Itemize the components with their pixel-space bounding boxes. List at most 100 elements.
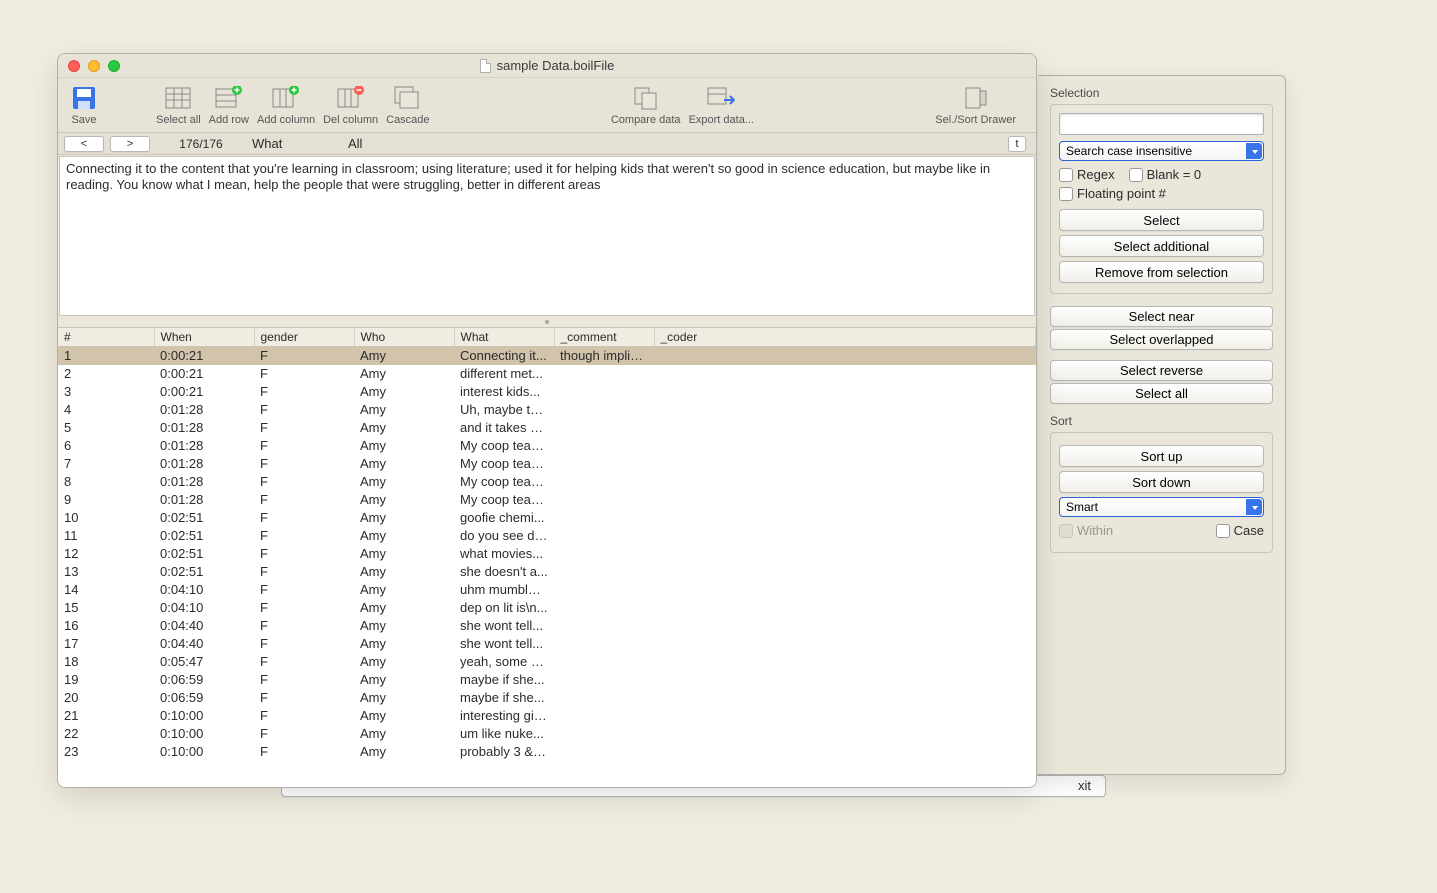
maximize-icon[interactable]: [108, 60, 120, 72]
cell[interactable]: [554, 617, 654, 635]
cell[interactable]: My coop teac...: [454, 473, 554, 491]
cell[interactable]: 14: [58, 581, 154, 599]
cell[interactable]: 16: [58, 617, 154, 635]
cell[interactable]: Amy: [354, 419, 454, 437]
cell[interactable]: [654, 383, 1036, 401]
cell[interactable]: [554, 383, 654, 401]
cell[interactable]: dep on lit is\n...: [454, 599, 554, 617]
cell[interactable]: 23: [58, 743, 154, 761]
search-mode-select[interactable]: Search case insensitive: [1059, 141, 1264, 161]
cell[interactable]: 0:01:28: [154, 473, 254, 491]
export-data-button[interactable]: Export data...: [689, 84, 754, 126]
cell[interactable]: Amy: [354, 689, 454, 707]
cell[interactable]: My coop teac...: [454, 437, 554, 455]
cell[interactable]: 17: [58, 635, 154, 653]
splitter-handle[interactable]: [58, 317, 1036, 327]
cell[interactable]: F: [254, 617, 354, 635]
cell[interactable]: Amy: [354, 653, 454, 671]
cell[interactable]: [554, 671, 654, 689]
cell[interactable]: [554, 635, 654, 653]
cell[interactable]: [654, 347, 1036, 365]
cell[interactable]: she wont tell...: [454, 617, 554, 635]
cell[interactable]: [554, 743, 654, 761]
cell[interactable]: 22: [58, 725, 154, 743]
cell[interactable]: F: [254, 527, 354, 545]
col-header[interactable]: gender: [254, 328, 354, 347]
sel-sort-drawer-button[interactable]: Sel./Sort Drawer: [935, 84, 1016, 126]
cell[interactable]: [554, 437, 654, 455]
close-icon[interactable]: [68, 60, 80, 72]
cell[interactable]: F: [254, 725, 354, 743]
cell[interactable]: F: [254, 491, 354, 509]
cell[interactable]: though implici...: [554, 347, 654, 365]
table-row[interactable]: 160:04:40FAmyshe wont tell...: [58, 617, 1036, 635]
cell[interactable]: [654, 743, 1036, 761]
cell[interactable]: 0:06:59: [154, 689, 254, 707]
cell[interactable]: [654, 725, 1036, 743]
cell[interactable]: 0:02:51: [154, 545, 254, 563]
blank-checkbox[interactable]: Blank = 0: [1129, 167, 1202, 182]
cell[interactable]: interesting giv...: [454, 707, 554, 725]
cell[interactable]: F: [254, 581, 354, 599]
regex-checkbox[interactable]: Regex: [1059, 167, 1115, 182]
table-row[interactable]: 230:10:00FAmyprobably 3 & f...: [58, 743, 1036, 761]
cell[interactable]: Connecting it...: [454, 347, 554, 365]
cell[interactable]: 20: [58, 689, 154, 707]
cell[interactable]: [554, 563, 654, 581]
cell[interactable]: Amy: [354, 491, 454, 509]
cell[interactable]: interest kids...: [454, 383, 554, 401]
cell[interactable]: [554, 365, 654, 383]
cell[interactable]: F: [254, 599, 354, 617]
table-row[interactable]: 20:00:21FAmydifferent met...: [58, 365, 1036, 383]
cell[interactable]: F: [254, 707, 354, 725]
cell[interactable]: 0:00:21: [154, 365, 254, 383]
col-header[interactable]: What: [454, 328, 554, 347]
cell[interactable]: [654, 563, 1036, 581]
select-all-button[interactable]: Select all: [156, 84, 201, 126]
table-row[interactable]: 40:01:28FAmyUh, maybe thr...: [58, 401, 1036, 419]
cell[interactable]: [554, 689, 654, 707]
cell[interactable]: [554, 473, 654, 491]
table-row[interactable]: 180:05:47FAmyyeah, some ar...: [58, 653, 1036, 671]
cell[interactable]: Amy: [354, 743, 454, 761]
save-button[interactable]: Save: [70, 84, 98, 126]
table-row[interactable]: 70:01:28FAmyMy coop teac...: [58, 455, 1036, 473]
detail-textarea[interactable]: Connecting it to the content that you're…: [59, 156, 1035, 316]
cell[interactable]: [654, 671, 1036, 689]
cell[interactable]: F: [254, 509, 354, 527]
cell[interactable]: Amy: [354, 635, 454, 653]
cell[interactable]: Amy: [354, 365, 454, 383]
next-button[interactable]: >: [110, 136, 150, 152]
cell[interactable]: Amy: [354, 725, 454, 743]
cell[interactable]: 0:10:00: [154, 707, 254, 725]
cell[interactable]: 8: [58, 473, 154, 491]
cell[interactable]: My coop teac...: [454, 491, 554, 509]
select-reverse-button[interactable]: Select reverse: [1050, 360, 1273, 381]
cell[interactable]: maybe if she...: [454, 671, 554, 689]
cell[interactable]: Amy: [354, 671, 454, 689]
cell[interactable]: F: [254, 347, 354, 365]
cell[interactable]: 0:00:21: [154, 347, 254, 365]
cell[interactable]: [654, 473, 1036, 491]
cell[interactable]: yeah, some ar...: [454, 653, 554, 671]
cell[interactable]: [554, 491, 654, 509]
minimize-icon[interactable]: [88, 60, 100, 72]
cell[interactable]: [554, 707, 654, 725]
cell[interactable]: 10: [58, 509, 154, 527]
t-button[interactable]: t: [1008, 136, 1026, 152]
table-row[interactable]: 200:06:59FAmymaybe if she...: [58, 689, 1036, 707]
cell[interactable]: [654, 365, 1036, 383]
cell[interactable]: [554, 401, 654, 419]
col-header[interactable]: When: [154, 328, 254, 347]
cell[interactable]: F: [254, 671, 354, 689]
cell[interactable]: what movies...: [454, 545, 554, 563]
cell[interactable]: 0:04:10: [154, 581, 254, 599]
cell[interactable]: [654, 635, 1036, 653]
cell[interactable]: 1: [58, 347, 154, 365]
cell[interactable]: F: [254, 365, 354, 383]
remove-from-selection-button[interactable]: Remove from selection: [1059, 261, 1264, 283]
table-row[interactable]: 50:01:28FAmy and it takes a...: [58, 419, 1036, 437]
cell[interactable]: [654, 455, 1036, 473]
selection-search-input[interactable]: [1059, 113, 1264, 135]
cell[interactable]: F: [254, 419, 354, 437]
